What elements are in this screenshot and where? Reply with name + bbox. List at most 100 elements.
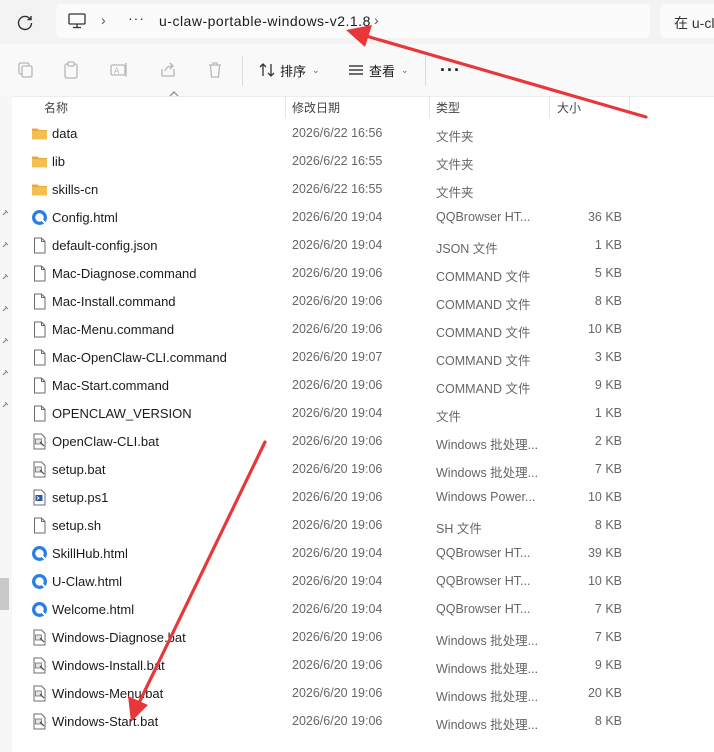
file-row[interactable]: Welcome.html 2026/6/20 19:04 QQBrowser HT.… (12, 595, 714, 623)
file-name: default-config.json (52, 238, 158, 253)
column-header-row: 名称 修改日期 类型 大小 (12, 91, 714, 118)
paste-icon[interactable] (61, 60, 81, 80)
file-name: Mac-Diagnose.command (52, 266, 197, 281)
file-type: COMMAND 文件 (436, 270, 531, 284)
file-modified-date: 2026/6/20 19:06 (292, 266, 383, 280)
file-modified-date: 2026/6/22 16:55 (292, 182, 383, 196)
column-divider[interactable] (549, 96, 550, 118)
toolbar-divider (242, 56, 243, 86)
more-options-button[interactable]: ··· (440, 60, 461, 81)
refresh-icon[interactable] (14, 11, 36, 33)
column-divider[interactable] (285, 96, 286, 118)
file-row[interactable]: setup.sh 2026/6/20 19:06 SH 文件 8 KB (12, 511, 714, 539)
navigation-pane-edge[interactable] (0, 96, 12, 752)
file-modified-date: 2026/6/20 19:06 (292, 294, 383, 308)
view-button[interactable]: 查看 ⌄ (347, 58, 409, 82)
file-row[interactable]: Mac-Start.command 2026/6/20 19:06 COMMAND … (12, 371, 714, 399)
file-row[interactable]: setup.ps1 2026/6/20 19:06 Windows Power...… (12, 483, 714, 511)
batch-file-icon (31, 433, 48, 450)
file-size: 8 KB (594, 714, 622, 728)
file-type: Windows 批处理... (436, 466, 539, 480)
file-row[interactable]: Config.html 2026/6/20 19:04 QQBrowser HT..… (12, 203, 714, 231)
file-modified-date: 2026/6/20 19:06 (292, 714, 383, 728)
address-bar[interactable]: › ··· u-claw-portable-windows-v2.1.8 › (56, 4, 650, 38)
file-row[interactable]: lib 2026/6/22 16:55 文件夹 (12, 147, 714, 175)
column-header-size[interactable]: 大小 (557, 99, 581, 116)
pin-icon (2, 241, 9, 248)
file-size: 10 KB (587, 490, 622, 504)
file-icon (31, 321, 48, 338)
powershell-file-icon (31, 489, 48, 506)
file-row[interactable]: Windows-Diagnose.bat 2026/6/20 19:06 Windo… (12, 623, 714, 651)
file-modified-date: 2026/6/20 19:06 (292, 518, 383, 532)
column-divider[interactable] (629, 96, 630, 118)
column-divider[interactable] (429, 96, 430, 118)
svg-text:A: A (114, 67, 120, 76)
file-size: 10 KB (587, 322, 622, 336)
file-size: 7 KB (594, 602, 622, 616)
file-icon (31, 517, 48, 534)
file-type: COMMAND 文件 (436, 382, 531, 396)
file-type: COMMAND 文件 (436, 298, 531, 312)
file-modified-date: 2026/6/20 19:06 (292, 378, 383, 392)
chevron-right-icon[interactable]: › (101, 12, 106, 28)
pin-icon (2, 337, 9, 344)
folder-icon (31, 181, 48, 198)
file-row[interactable]: Mac-Diagnose.command 2026/6/20 19:06 COMMA… (12, 259, 714, 287)
file-modified-date: 2026/6/20 19:04 (292, 546, 383, 560)
batch-file-icon (31, 629, 48, 646)
rename-icon[interactable]: A (109, 60, 129, 80)
this-pc-icon[interactable] (68, 13, 86, 29)
folder-icon (31, 125, 48, 142)
file-type: 文件夹 (436, 186, 474, 200)
file-name: Mac-Install.command (52, 294, 176, 309)
file-row[interactable]: Windows-Start.bat 2026/6/20 19:06 Windows … (12, 707, 714, 735)
file-row[interactable]: Mac-Menu.command 2026/6/20 19:06 COMMAND 文… (12, 315, 714, 343)
file-row[interactable]: Windows-Install.bat 2026/6/20 19:06 Window… (12, 651, 714, 679)
file-size: 7 KB (594, 630, 622, 644)
file-row[interactable]: Windows-Menu.bat 2026/6/20 19:06 Windows 批… (12, 679, 714, 707)
file-size: 2 KB (594, 434, 622, 448)
search-input[interactable]: 在 u-cl (660, 4, 714, 38)
file-row[interactable]: OpenClaw-CLI.bat 2026/6/20 19:06 Windows 批… (12, 427, 714, 455)
file-size: 9 KB (594, 378, 622, 392)
column-header-name[interactable]: 名称 (44, 99, 68, 116)
breadcrumb-current-folder[interactable]: u-claw-portable-windows-v2.1.8 (159, 13, 371, 29)
column-header-type[interactable]: 类型 (436, 99, 460, 116)
file-modified-date: 2026/6/20 19:06 (292, 630, 383, 644)
file-type: QQBrowser HT... (436, 574, 531, 588)
file-row[interactable]: default-config.json 2026/6/20 19:04 JSON 文… (12, 231, 714, 259)
file-name: OpenClaw-CLI.bat (52, 434, 159, 449)
file-name: Mac-OpenClaw-CLI.command (52, 350, 227, 365)
file-type: Windows 批处理... (436, 634, 539, 648)
share-icon[interactable] (158, 60, 178, 80)
browser-html-icon (31, 209, 48, 226)
file-icon (31, 405, 48, 422)
delete-icon[interactable] (205, 60, 225, 80)
breadcrumb-overflow-button[interactable]: ··· (128, 10, 145, 26)
file-row[interactable]: skills-cn 2026/6/22 16:55 文件夹 (12, 175, 714, 203)
browser-html-icon (31, 573, 48, 590)
chevron-right-icon[interactable]: › (374, 12, 379, 28)
file-icon (31, 293, 48, 310)
pin-icon (2, 401, 9, 408)
file-size: 3 KB (594, 350, 622, 364)
view-list-icon (349, 65, 363, 75)
pin-icon (2, 273, 9, 280)
column-header-modified[interactable]: 修改日期 (292, 99, 340, 116)
sort-button[interactable]: 排序 ⌄ (258, 58, 320, 82)
file-modified-date: 2026/6/20 19:04 (292, 210, 383, 224)
file-row[interactable]: SkillHub.html 2026/6/20 19:04 QQBrowser HT… (12, 539, 714, 567)
file-row[interactable]: setup.bat 2026/6/20 19:06 Windows 批处理... 7 … (12, 455, 714, 483)
file-row[interactable]: data 2026/6/22 16:56 文件夹 (12, 119, 714, 147)
file-row[interactable]: OPENCLAW_VERSION 2026/6/20 19:04 文件 1 KB (12, 399, 714, 427)
file-name: SkillHub.html (52, 546, 128, 561)
file-modified-date: 2026/6/20 19:06 (292, 658, 383, 672)
file-row[interactable]: U-Claw.html 2026/6/20 19:04 QQBrowser HT..… (12, 567, 714, 595)
copy-icon[interactable] (15, 60, 35, 80)
file-row[interactable]: Mac-Install.command 2026/6/20 19:06 COMMAN… (12, 287, 714, 315)
file-modified-date: 2026/6/22 16:55 (292, 154, 383, 168)
file-icon (31, 349, 48, 366)
file-modified-date: 2026/6/20 19:06 (292, 462, 383, 476)
file-row[interactable]: Mac-OpenClaw-CLI.command 2026/6/20 19:07 C… (12, 343, 714, 371)
